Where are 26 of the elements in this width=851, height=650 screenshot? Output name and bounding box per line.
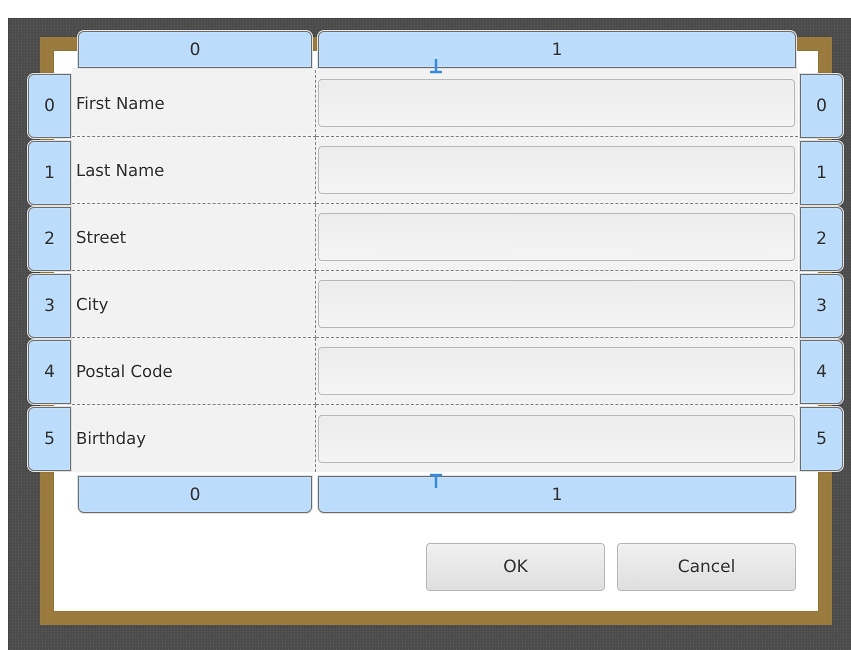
row-header[interactable]: 0 — [28, 74, 71, 138]
dialog-button[interactable]: OK — [426, 543, 605, 591]
text-field[interactable] — [318, 146, 795, 194]
column-header[interactable]: 0 — [78, 31, 312, 68]
row-header[interactable]: 0 — [800, 74, 843, 138]
text-field[interactable] — [318, 414, 795, 462]
text-field[interactable] — [318, 213, 795, 261]
row-header[interactable]: 4 — [800, 340, 843, 404]
text-field[interactable] — [318, 280, 795, 328]
dialog-button[interactable]: Cancel — [617, 543, 796, 591]
resize-marker-icon[interactable] — [429, 58, 443, 74]
row-header[interactable]: 2 — [28, 207, 71, 272]
row-header[interactable]: 1 — [28, 140, 71, 205]
row-header[interactable]: 5 — [800, 407, 843, 471]
column-header[interactable]: 1 — [318, 31, 796, 68]
column-header[interactable]: 0 — [78, 476, 312, 513]
row-header[interactable]: 3 — [800, 274, 843, 338]
row-header[interactable]: 2 — [800, 207, 843, 272]
row-header[interactable]: 4 — [28, 340, 71, 404]
text-field[interactable] — [318, 79, 795, 127]
row-header[interactable]: 1 — [800, 140, 843, 205]
column-header[interactable]: 1 — [318, 476, 796, 513]
row-header[interactable]: 3 — [28, 274, 71, 338]
resize-marker-icon[interactable] — [429, 473, 443, 489]
text-field[interactable] — [318, 347, 795, 395]
row-header[interactable]: 5 — [28, 407, 71, 471]
